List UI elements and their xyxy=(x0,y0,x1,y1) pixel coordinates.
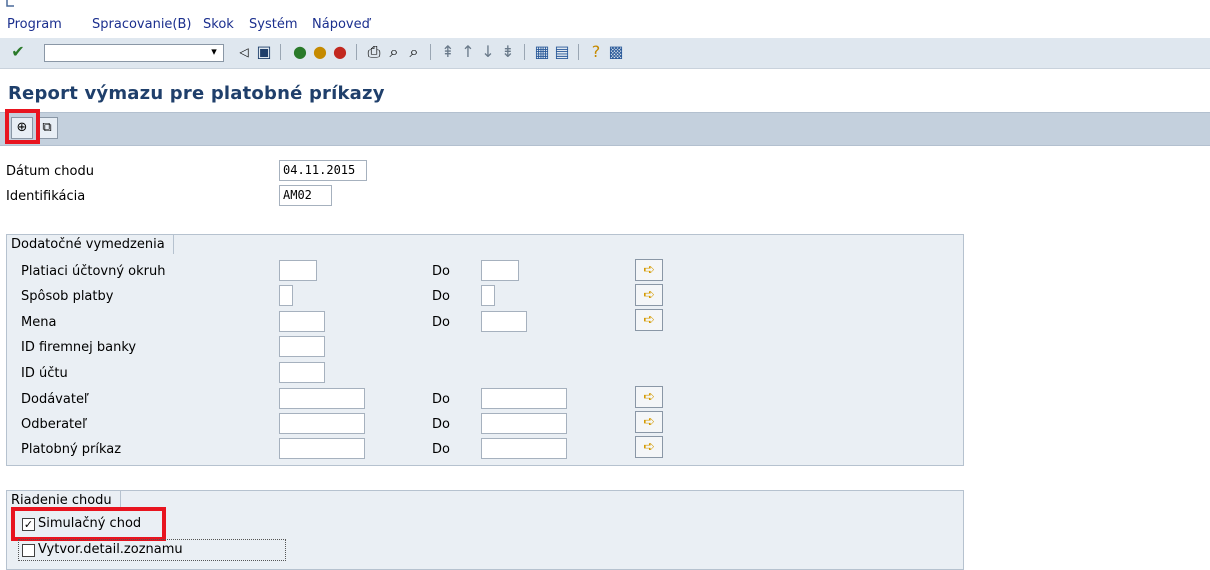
to-label: Do xyxy=(432,417,450,432)
run-date-field[interactable]: 04.11.2015 xyxy=(279,160,367,181)
multiple-selection-button[interactable]: ➪ xyxy=(635,309,663,331)
arrow-right-icon: ➪ xyxy=(643,312,655,328)
command-field[interactable] xyxy=(44,44,224,62)
back-nav-icon[interactable]: ● xyxy=(290,42,310,62)
last-page-icon[interactable]: ⇟ xyxy=(498,42,518,62)
simulation-highlight xyxy=(11,507,166,541)
application-toolbar xyxy=(0,112,1210,146)
multiple-selection-button[interactable]: ➪ xyxy=(635,411,663,433)
variant-icon: ⧉ xyxy=(42,120,52,135)
vendor-from[interactable] xyxy=(279,388,365,409)
find-next-icon[interactable]: ⌕ xyxy=(404,42,424,62)
payment-method-label: Spôsob platby xyxy=(21,289,114,304)
vendor-label: Dodávateľ xyxy=(21,392,89,407)
window-icon[interactable] xyxy=(6,0,18,7)
history-icon[interactable]: ▾ xyxy=(204,42,224,62)
currency-label: Mena xyxy=(21,315,57,330)
enter-icon[interactable]: ✔ xyxy=(8,42,28,62)
shortcut-icon[interactable]: ▤ xyxy=(552,42,572,62)
account-id-field[interactable] xyxy=(279,362,325,383)
back-icon[interactable]: ◁ xyxy=(234,42,254,62)
menu-jump[interactable]: Skok xyxy=(203,17,234,32)
find-icon[interactable]: ⌕ xyxy=(384,42,404,62)
to-label: Do xyxy=(432,392,450,407)
execute-highlight xyxy=(5,109,40,144)
multiple-selection-button[interactable]: ➪ xyxy=(635,259,663,281)
previous-page-icon[interactable]: ↑ xyxy=(458,42,478,62)
vendor-to[interactable] xyxy=(481,388,567,409)
multiple-selection-button[interactable]: ➪ xyxy=(635,436,663,458)
cancel-icon[interactable]: ● xyxy=(330,42,350,62)
to-label: Do xyxy=(432,442,450,457)
payment-order-to[interactable] xyxy=(481,438,567,459)
first-page-icon[interactable]: ⇞ xyxy=(438,42,458,62)
paying-company-code-label: Platiaci účtovný okruh xyxy=(21,264,166,279)
arrow-right-icon: ➪ xyxy=(643,287,655,303)
arrow-right-icon: ➪ xyxy=(643,389,655,405)
paying-company-code-from[interactable] xyxy=(279,260,317,281)
arrow-right-icon: ➪ xyxy=(643,262,655,278)
arrow-right-icon: ➪ xyxy=(643,414,655,430)
next-page-icon[interactable]: ↓ xyxy=(478,42,498,62)
toolbar-separator xyxy=(356,44,357,60)
layout-menu-icon[interactable]: ▩ xyxy=(606,42,626,62)
identification-label: Identifikácia xyxy=(6,189,86,204)
detail-list-label: Vytvor.detail.zoznamu xyxy=(38,542,183,557)
menu-help[interactable]: Nápoveď xyxy=(312,17,370,32)
toolbar-separator xyxy=(430,44,431,60)
to-label: Do xyxy=(432,315,450,330)
house-bank-label: ID firemnej banky xyxy=(21,340,137,355)
customer-to[interactable] xyxy=(481,413,567,434)
multiple-selection-button[interactable]: ➪ xyxy=(635,284,663,306)
menu-processing[interactable]: Spracovanie(B) xyxy=(92,17,192,32)
payment-order-label: Platobný príkaz xyxy=(21,442,122,457)
payment-method-to[interactable] xyxy=(481,285,495,306)
payment-order-from[interactable] xyxy=(279,438,365,459)
customer-label: Odberateľ xyxy=(21,417,88,432)
currency-to[interactable] xyxy=(481,311,527,332)
save-icon[interactable]: ▣ xyxy=(254,42,274,62)
menu-system[interactable]: Systém xyxy=(249,17,297,32)
multiple-selection-button[interactable]: ➪ xyxy=(635,386,663,408)
to-label: Do xyxy=(432,289,450,304)
customer-from[interactable] xyxy=(279,413,365,434)
menu-program[interactable]: Program xyxy=(7,17,62,32)
toolbar-separator xyxy=(578,44,579,60)
page-title: Report výmazu pre platobné príkazy xyxy=(8,83,385,104)
toolbar-separator xyxy=(524,44,525,60)
print-icon[interactable]: ⎙ xyxy=(364,42,384,62)
paying-company-code-to[interactable] xyxy=(481,260,519,281)
help-icon[interactable]: ? xyxy=(586,42,606,62)
payment-method-from[interactable] xyxy=(279,285,293,306)
run-date-label: Dátum chodu xyxy=(6,164,94,179)
toolbar-separator xyxy=(280,44,281,60)
detail-list-checkbox[interactable] xyxy=(22,544,35,557)
identification-field[interactable]: AM02 xyxy=(279,185,332,206)
new-session-icon[interactable]: ▦ xyxy=(532,42,552,62)
arrow-right-icon: ➪ xyxy=(643,439,655,455)
exit-icon[interactable]: ● xyxy=(310,42,330,62)
currency-from[interactable] xyxy=(279,311,325,332)
to-label: Do xyxy=(432,264,450,279)
additional-criteria-title: Dodatočné vymedzenia xyxy=(6,234,174,254)
account-id-label: ID účtu xyxy=(21,366,68,381)
house-bank-field[interactable] xyxy=(279,336,325,357)
